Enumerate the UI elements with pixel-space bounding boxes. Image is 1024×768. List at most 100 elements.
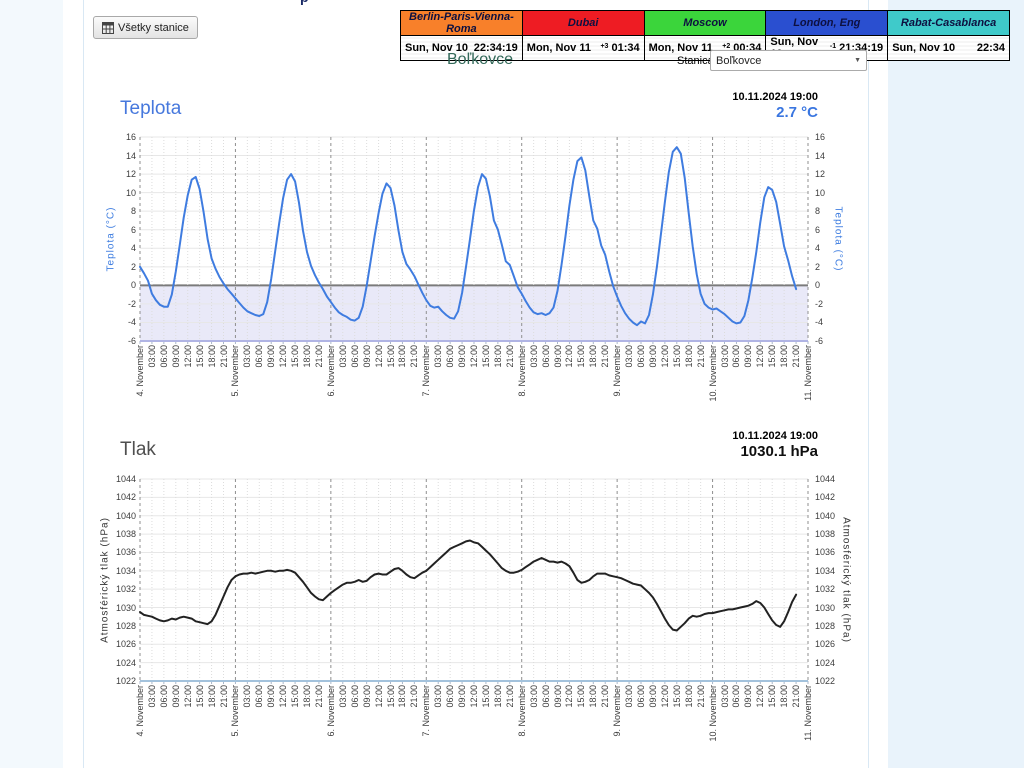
x-axis-time-label: 15:00 bbox=[194, 685, 205, 708]
y-axis-tick-label: 8 bbox=[815, 206, 821, 217]
clock-city: Rabat-Casablanca bbox=[887, 10, 1010, 36]
x-axis-day-label: 6. November bbox=[325, 685, 336, 737]
x-axis-time-label: 03:00 bbox=[719, 685, 730, 708]
x-axis-time-label: 15:00 bbox=[671, 685, 682, 708]
y-axis-tick-label: -4 bbox=[815, 317, 824, 328]
x-axis-time-label: 18:00 bbox=[302, 685, 312, 708]
x-axis-time-label: 15:00 bbox=[290, 345, 301, 368]
x-axis-time-label: 21:00 bbox=[695, 685, 706, 708]
all-stations-button[interactable]: Všetky stanice bbox=[93, 16, 198, 39]
x-axis-day-label: 11. November bbox=[803, 345, 813, 401]
page-margin-left bbox=[0, 0, 63, 768]
x-axis-time-label: 18:00 bbox=[492, 345, 503, 368]
station-select[interactable]: Boľkovce ▼ bbox=[710, 50, 867, 71]
x-axis-time-label: 09:00 bbox=[266, 685, 277, 708]
x-axis-day-label: 5. November bbox=[230, 345, 241, 397]
chart-title-pressure: Tlak bbox=[120, 439, 156, 460]
x-axis-day-label: 5. November bbox=[230, 685, 241, 737]
clock-city: London, Eng bbox=[765, 10, 889, 36]
x-axis-time-label: 18:00 bbox=[206, 685, 217, 708]
grid-icon bbox=[102, 21, 114, 34]
clock-datetime: Sun, Nov 10 22:34 bbox=[887, 35, 1010, 61]
y-axis-tick-label: 12 bbox=[125, 169, 136, 180]
y-axis-tick-label: 16 bbox=[125, 132, 136, 142]
x-axis-time-label: 21:00 bbox=[409, 685, 420, 708]
x-axis-day-label: 9. November bbox=[612, 685, 623, 737]
pressure-chart-plot[interactable] bbox=[139, 478, 818, 689]
x-axis-time-label: 12:00 bbox=[373, 345, 384, 368]
clipped-page-title: p bbox=[300, 0, 322, 5]
x-axis-day-label: 8. November bbox=[516, 685, 527, 737]
x-axis-day-label: 7. November bbox=[421, 345, 432, 397]
x-axis-time-label: 12:00 bbox=[659, 685, 670, 708]
x-axis-time-label: 18:00 bbox=[779, 345, 790, 368]
y-axis-tick-label: 0 bbox=[130, 280, 136, 291]
x-axis-time-label: 09:00 bbox=[647, 685, 658, 708]
x-axis-time-label: 15:00 bbox=[385, 685, 396, 708]
y-axis-tick-label: 10 bbox=[815, 187, 826, 198]
x-axis-time-label: 12:00 bbox=[182, 345, 193, 368]
x-axis-time-label: 21:00 bbox=[313, 345, 324, 368]
x-axis-time-label: 21:00 bbox=[791, 345, 802, 368]
x-axis-time-label: 21:00 bbox=[695, 345, 706, 368]
x-axis-time-label: 09:00 bbox=[457, 685, 468, 708]
chevron-down-icon: ▼ bbox=[854, 57, 861, 64]
x-axis-time-label: 03:00 bbox=[242, 685, 253, 708]
x-axis-day-label: 8. November bbox=[516, 345, 527, 397]
x-axis-time-label: 12:00 bbox=[659, 345, 670, 368]
x-axis-time-label: 06:00 bbox=[445, 345, 456, 368]
y-axis-tick-label: 1038 bbox=[815, 529, 836, 540]
x-axis-time-label: 06:00 bbox=[540, 685, 551, 708]
x-axis-time-label: 09:00 bbox=[743, 345, 754, 368]
y-axis-tick-label: 1022 bbox=[815, 676, 836, 686]
x-axis-time-label: 15:00 bbox=[290, 685, 301, 708]
y-axis-tick-label: 1044 bbox=[815, 474, 836, 484]
station-select-value: Boľkovce bbox=[716, 54, 762, 67]
x-axis-time-label: 06:00 bbox=[254, 345, 265, 368]
x-axis-time-label: 21:00 bbox=[313, 685, 324, 708]
x-axis-time-label: 15:00 bbox=[480, 345, 491, 368]
x-axis-time-label: 18:00 bbox=[588, 685, 599, 708]
x-axis-day-label: 9. November bbox=[612, 345, 623, 397]
x-axis-time-label: 21:00 bbox=[504, 685, 515, 708]
x-axis-time-label: 12:00 bbox=[469, 685, 479, 708]
y-axis-tick-label: 1034 bbox=[115, 565, 136, 576]
x-axis-time-label: 18:00 bbox=[588, 345, 599, 368]
x-axis-time-label: 18:00 bbox=[397, 685, 408, 708]
x-axis-day-label: 10. November bbox=[707, 345, 718, 402]
x-axis-time-label: 15:00 bbox=[194, 345, 205, 368]
x-axis-time-label: 09:00 bbox=[552, 345, 563, 368]
x-axis-time-label: 03:00 bbox=[624, 345, 635, 368]
temperature-chart-plot[interactable] bbox=[139, 136, 818, 349]
page-margin-right bbox=[888, 0, 1024, 768]
x-axis-time-label: 15:00 bbox=[480, 685, 491, 708]
y-axis-tick-label: 1040 bbox=[815, 510, 836, 521]
y-axis-tick-label: 2 bbox=[130, 261, 136, 272]
x-axis-time-label: 06:00 bbox=[349, 685, 360, 708]
x-axis-time-label: 21:00 bbox=[791, 685, 802, 708]
x-axis-time-label: 03:00 bbox=[528, 685, 539, 708]
y-axis-tick-label: 8 bbox=[130, 206, 136, 217]
x-axis-day-label: 4. November bbox=[135, 685, 145, 737]
y-axis-tick-label: 16 bbox=[815, 132, 826, 142]
x-axis-day-label: 6. November bbox=[325, 345, 336, 397]
x-axis-time-label: 12:00 bbox=[278, 685, 289, 708]
x-axis-time-label: 18:00 bbox=[206, 345, 217, 368]
y-axis-tick-label: 1028 bbox=[115, 620, 136, 631]
x-axis-time-label: 03:00 bbox=[242, 345, 253, 368]
x-axis-time-label: 18:00 bbox=[397, 345, 408, 368]
x-axis-time-label: 09:00 bbox=[457, 345, 468, 368]
x-axis-time-label: 03:00 bbox=[433, 685, 444, 708]
x-axis-time-label: 06:00 bbox=[158, 685, 169, 708]
x-axis-time-label: 03:00 bbox=[146, 685, 157, 708]
x-axis-time-label: 15:00 bbox=[576, 345, 587, 368]
y-axis-tick-label: 1030 bbox=[115, 602, 136, 613]
x-axis-time-label: 09:00 bbox=[552, 685, 563, 708]
y-axis-tick-label: 1036 bbox=[115, 547, 136, 558]
x-axis-time-label: 21:00 bbox=[218, 685, 229, 708]
x-axis-time-label: 18:00 bbox=[302, 345, 312, 368]
x-axis-time-label: 03:00 bbox=[146, 345, 157, 368]
y-axis-tick-label: 1030 bbox=[815, 602, 836, 613]
y-axis-tick-label: 14 bbox=[815, 150, 826, 161]
x-axis-time-label: 09:00 bbox=[170, 345, 181, 368]
